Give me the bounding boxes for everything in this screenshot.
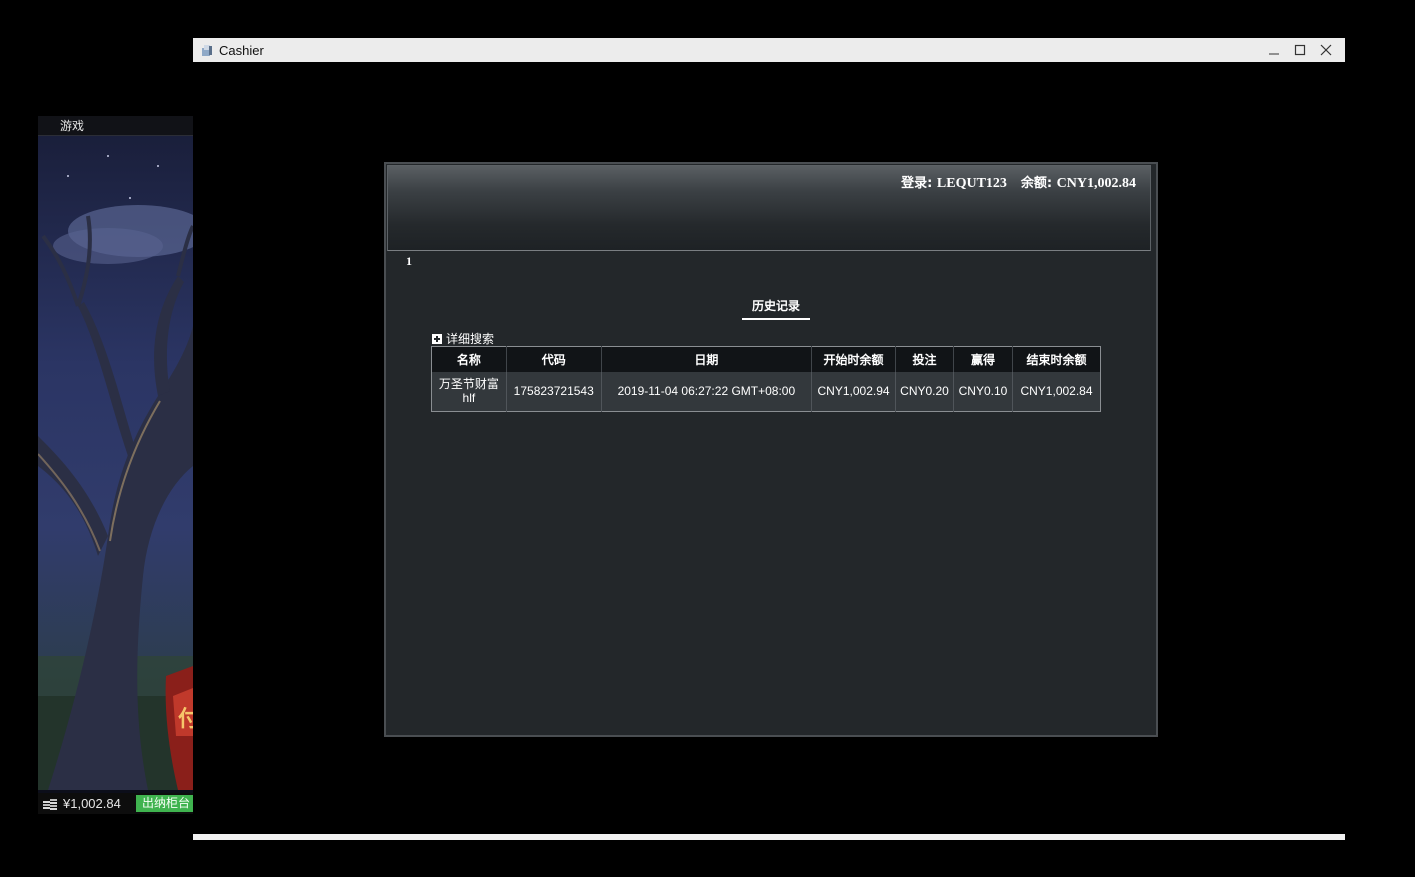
advanced-search-toggle[interactable]: 详细搜索	[432, 330, 494, 347]
table-header-row: 名称 代码 日期 开始时余额 投注 赢得 结束时余额	[431, 346, 1101, 372]
window-controls	[1261, 38, 1339, 62]
col-header-win[interactable]: 赢得	[953, 346, 1013, 372]
account-info: 登录: LEQUT123 余额: CNY1,002.84	[901, 172, 1136, 192]
login-label: 登录:	[901, 176, 933, 191]
cashier-button[interactable]: 出纳柜台	[136, 795, 193, 812]
cell-end-balance: CNY1,002.84	[1012, 371, 1101, 412]
history-panel: 登录: LEQUT123 余额: CNY1,002.84 1 历史记录 详细搜索…	[384, 162, 1158, 737]
login-value: LEQUT123	[936, 176, 1007, 191]
game-balance: ¥1,002.84	[63, 796, 121, 811]
col-header-date[interactable]: 日期	[601, 346, 813, 372]
maximize-icon	[1294, 44, 1306, 56]
balance-info: 余额: CNY1,002.84	[1021, 172, 1136, 192]
window-bottom-bar	[193, 834, 1345, 840]
maximize-button[interactable]	[1287, 38, 1313, 62]
cell-bet: CNY0.20	[895, 371, 954, 412]
minimize-icon	[1269, 53, 1279, 55]
game-window-title: 游戏	[38, 116, 193, 136]
minimize-button[interactable]	[1261, 38, 1287, 62]
balance-label: 余额:	[1020, 176, 1053, 191]
close-button[interactable]	[1313, 38, 1339, 62]
history-table: 名称 代码 日期 开始时余额 投注 赢得 结束时余额 万圣节财富hlf 1758…	[431, 346, 1101, 412]
col-header-start-balance[interactable]: 开始时余额	[811, 346, 897, 372]
page-number[interactable]: 1	[406, 254, 412, 269]
game-footer: ¥1,002.84 出纳柜台	[38, 793, 193, 814]
app-icon	[201, 44, 213, 57]
window-titlebar[interactable]: Cashier	[193, 38, 1345, 62]
cell-name: 万圣节财富hlf	[431, 371, 507, 412]
tab-history[interactable]: 历史记录	[742, 297, 810, 320]
col-header-name[interactable]: 名称	[431, 346, 507, 372]
cell-code: 175823721543	[506, 371, 602, 412]
game-window: 游戏 付 ¥1,002.84 出纳柜台	[38, 116, 193, 814]
panel-header: 登录: LEQUT123 余额: CNY1,002.84	[387, 165, 1151, 251]
game-artwork: 付	[38, 136, 193, 790]
advanced-search-label: 详细搜索	[446, 332, 495, 346]
balance-value: CNY1,002.84	[1056, 176, 1136, 191]
cell-start-balance: CNY1,002.94	[811, 371, 897, 412]
svg-text:付: 付	[178, 707, 193, 732]
close-icon	[1320, 44, 1332, 56]
window-title: Cashier	[219, 42, 264, 58]
cell-date: 2019-11-04 06:27:22 GMT+08:00	[601, 371, 813, 412]
cell-win: CNY0.10	[953, 371, 1013, 412]
col-header-code[interactable]: 代码	[506, 346, 602, 372]
col-header-end-balance[interactable]: 结束时余额	[1012, 346, 1101, 372]
col-header-bet[interactable]: 投注	[895, 346, 954, 372]
coins-icon	[42, 798, 58, 810]
cashier-window: Cashier 登录: LEQUT123 余额: CNY1,002.84 1 历…	[193, 38, 1345, 840]
table-row[interactable]: 万圣节财富hlf 175823721543 2019-11-04 06:27:2…	[431, 371, 1101, 412]
plus-icon	[432, 333, 442, 344]
login-info: 登录: LEQUT123	[901, 172, 1007, 192]
